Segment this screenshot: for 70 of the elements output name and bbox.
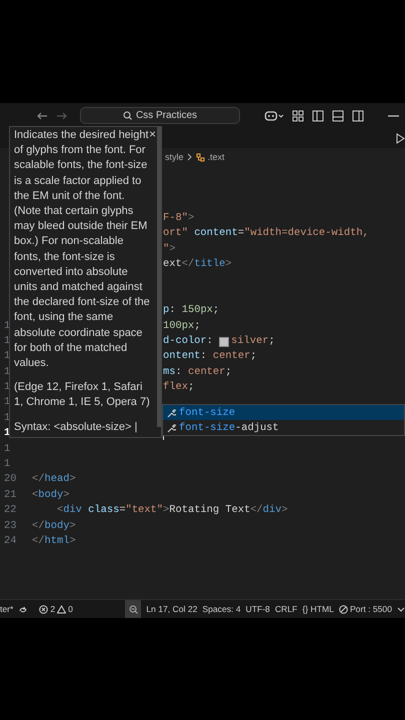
sync-icon[interactable] — [18, 604, 28, 614]
code-line: ontent: center; — [163, 349, 257, 364]
code-line: <body> — [32, 488, 70, 503]
code-line: </head> — [32, 472, 76, 488]
rule-icon — [194, 152, 205, 162]
language-button[interactable]: {} HTML — [302, 604, 334, 614]
code-line: </html> — [32, 534, 76, 549]
zoom-icon — [128, 604, 138, 614]
code-line: <div class="text">Rotating Text</div> — [56, 503, 288, 518]
search-icon — [122, 111, 132, 120]
code-line: ext</title> — [163, 256, 232, 272]
line-number: 1 — [4, 442, 10, 457]
line-number: 1 — [4, 334, 10, 349]
cursor-position[interactable]: Ln 17, Col 22 — [146, 604, 198, 614]
error-icon — [39, 604, 48, 614]
line-number: 1 — [4, 349, 10, 364]
line-number: 22 — [4, 503, 16, 518]
indentation-label[interactable]: Spaces: 4 — [202, 604, 241, 614]
wrench-icon — [166, 408, 176, 418]
sidebar-toggle-icon[interactable] — [312, 110, 324, 122]
port-button[interactable]: Port : 5500 — [338, 604, 392, 614]
hover-text: Indicates the desired height of glyphs from the font. For scalable fonts, the font-size is a scale factor applied to the EM unit of the font. (Note that certain glyphs may bleed outside their EM box.) For non-scalable fonts, the font-size is converted into absolute units and matched against the declared font-size of the font, using the same absolute coordinate space for both of the matched values. — [14, 128, 150, 372]
line-number: 1 — [4, 457, 10, 472]
code-line: "> — [163, 242, 176, 257]
warning-icon — [57, 604, 66, 614]
search-text: Css Practices — [136, 110, 198, 121]
chevron-icon — [186, 153, 192, 161]
suggestion-item[interactable]: font-size — [163, 405, 404, 420]
line-number: 24 — [4, 534, 16, 549]
breadcrumb-item[interactable]: style — [165, 152, 184, 162]
forward-icon[interactable] — [56, 110, 68, 120]
line-number: 1 — [4, 395, 10, 410]
scrollbar-thumb[interactable] — [157, 127, 161, 427]
problems-button[interactable]: 2 0 — [39, 604, 73, 614]
code-line: flex; — [163, 380, 194, 396]
code-line: silver; — [231, 334, 275, 349]
hover-text: Syntax: <absolute-size> | — [14, 420, 138, 435]
code-line: 100px; — [163, 318, 200, 334]
line-number: 1 — [4, 318, 10, 334]
search-field[interactable]: Css Practices — [80, 107, 240, 124]
panel-toggle-icon[interactable] — [332, 110, 344, 122]
back-icon[interactable] — [36, 110, 48, 120]
line-ending-label[interactable]: CRLF — [274, 604, 298, 614]
color-swatch[interactable] — [219, 336, 230, 347]
code-line: p: 150px; — [163, 303, 220, 318]
code-line: ort" content="width=device-width, — [163, 226, 369, 242]
code-line: </body> — [32, 518, 76, 534]
zoom-button[interactable] — [125, 600, 142, 618]
code-line: d-color: — [163, 334, 214, 349]
encoding-label[interactable]: UTF-8 — [246, 604, 270, 614]
copilot-icon[interactable] — [264, 109, 284, 122]
line-number: 20 — [4, 472, 16, 488]
wrench-icon — [166, 422, 176, 432]
suggestion-item[interactable]: font-size-adjust — [163, 420, 404, 435]
branch-label[interactable]: ter* — [0, 604, 14, 614]
no-entry-icon — [338, 604, 348, 614]
code-line: F-8"> — [163, 210, 194, 226]
chevron-icon[interactable] — [397, 606, 405, 612]
breadcrumb-item[interactable]: .text — [208, 152, 225, 162]
line-number: 21 — [4, 488, 16, 503]
secondary-sidebar-icon[interactable] — [352, 110, 364, 122]
line-number: 1 — [4, 410, 10, 426]
line-number: 1 — [4, 364, 10, 380]
line-number: 1 — [4, 380, 10, 396]
run-icon[interactable] — [395, 132, 405, 144]
code-line: ms: center; — [163, 364, 232, 380]
layout-icon[interactable] — [292, 110, 304, 122]
hover-text: (Edge 12, Firefox 1, Safari 1, Chrome 1, IE 5, Opera 7) — [14, 380, 151, 410]
close-button[interactable]: × — [148, 127, 156, 141]
line-number: 23 — [4, 518, 16, 534]
